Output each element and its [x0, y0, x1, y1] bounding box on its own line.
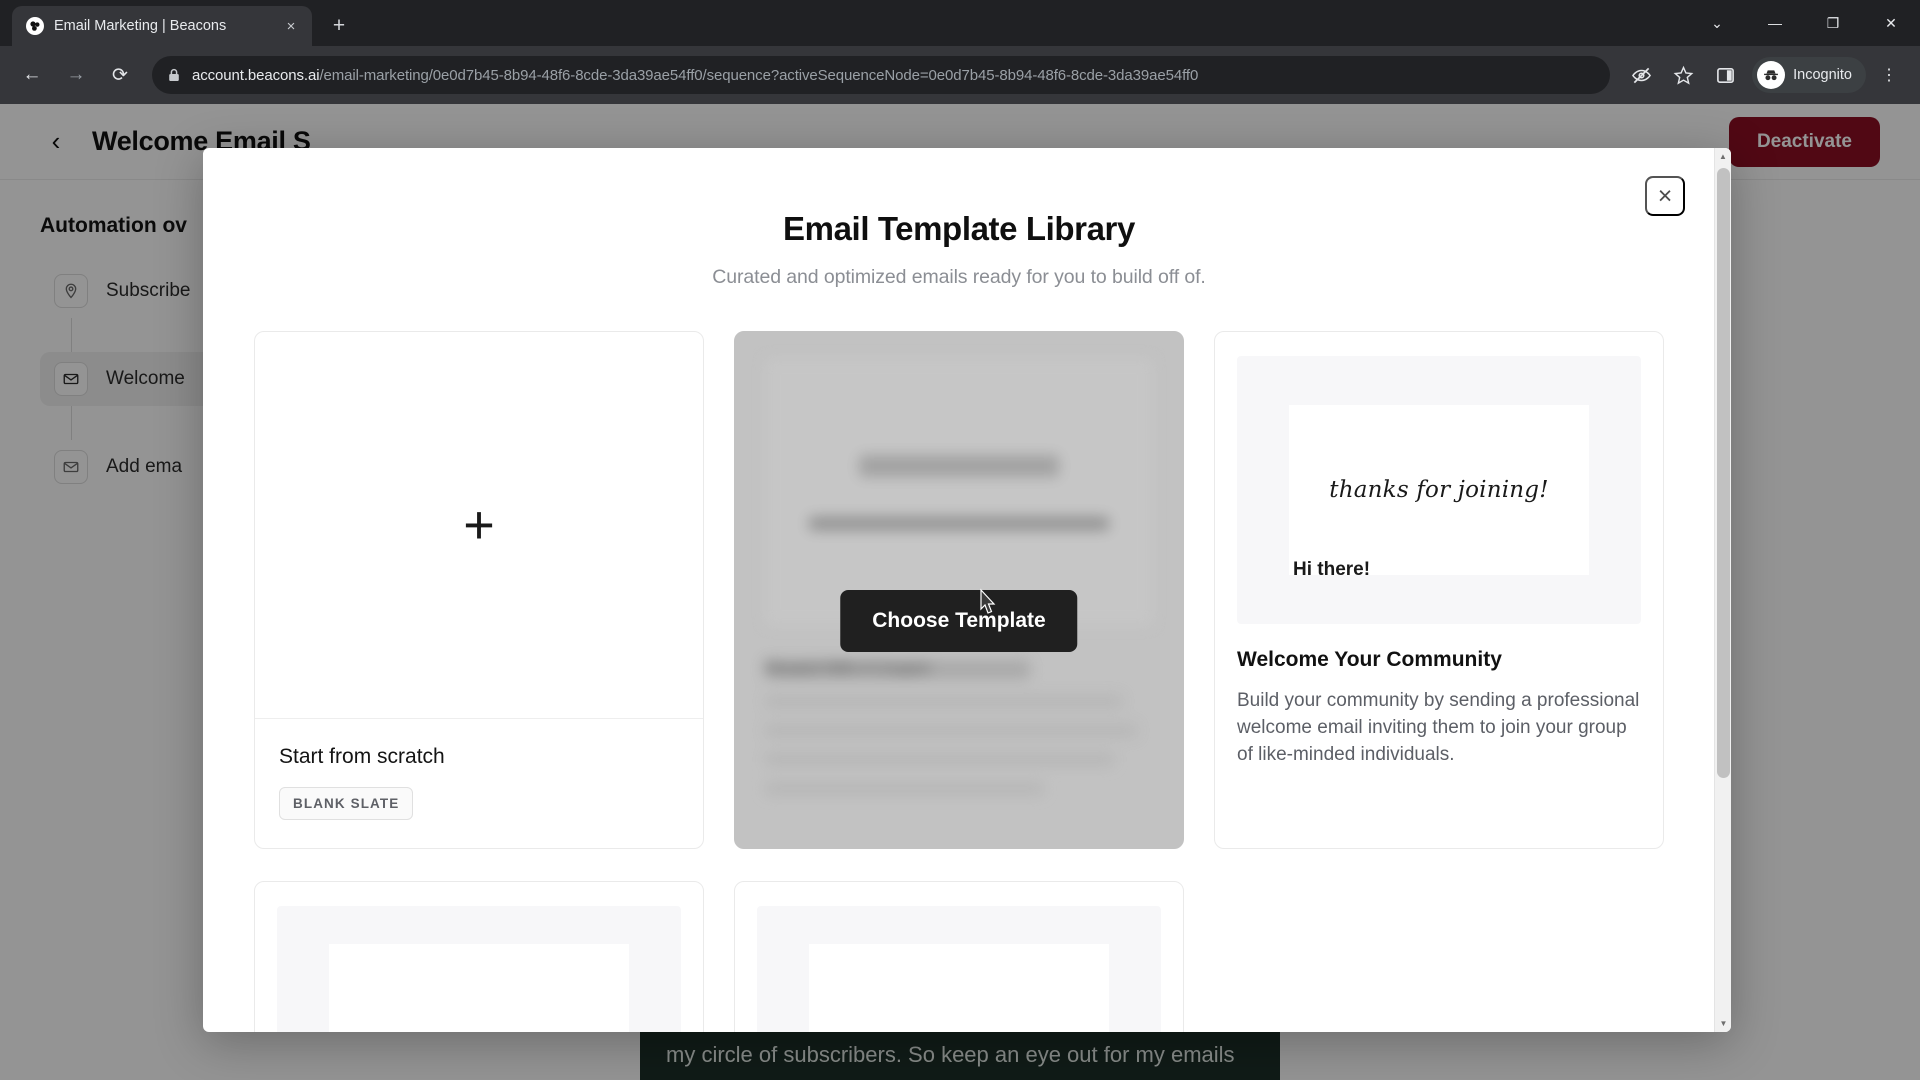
scroll-down-arrow-icon[interactable]: ▼ — [1715, 1015, 1731, 1032]
new-tab-button[interactable]: + — [322, 9, 356, 43]
browser-toolbar: ← → ⟳ account.beacons.ai/email-marketing… — [0, 46, 1920, 104]
modal-title: Email Template Library — [783, 210, 1135, 247]
url-path: /email-marketing/0e0d7b45-8b94-48f6-8cde… — [319, 66, 1199, 84]
template-card-description-line — [765, 695, 1122, 708]
blank-card-preview: + — [255, 332, 703, 719]
incognito-icon — [1757, 61, 1786, 89]
mouse-cursor-icon — [973, 587, 999, 617]
preview-logo-placeholder — [859, 454, 1059, 477]
browser-tab[interactable]: Email Marketing | Beacons × — [12, 6, 312, 46]
template-card-description-line — [765, 753, 1115, 766]
back-button[interactable]: ← — [12, 55, 52, 95]
template-card-start-from-scratch[interactable]: + Start from scratch BLANK SLATE — [254, 331, 704, 849]
url-text: account.beacons.ai/email-marketing/0e0d7… — [192, 67, 1198, 84]
template-card-body: Welcome Your Community Build your commun… — [1215, 624, 1663, 769]
tab-title: Email Marketing | Beacons — [54, 18, 227, 34]
url-domain: account.beacons.ai — [192, 66, 320, 84]
address-bar[interactable]: account.beacons.ai/email-marketing/0e0d7… — [152, 56, 1611, 94]
close-window-button[interactable]: ✕ — [1862, 0, 1920, 46]
browser-window: Email Marketing | Beacons × + ⌄ — ❐ ✕ ← … — [0, 0, 1920, 1080]
template-card-welcome-your-community[interactable]: thanks for joining! Hi there! Welcome Yo… — [1214, 331, 1664, 849]
browser-menu-icon[interactable]: ⋮ — [1870, 56, 1908, 94]
maximize-button[interactable]: ❐ — [1804, 0, 1862, 46]
star-icon[interactable] — [1664, 56, 1702, 94]
reload-button[interactable]: ⟳ — [100, 55, 140, 95]
modal-subtitle: Curated and optimized emails ready for y… — [712, 266, 1206, 288]
tab-strip: Email Marketing | Beacons × + ⌄ — ❐ ✕ — [0, 0, 1920, 46]
modal-scrollbar[interactable]: ▲ ▼ — [1714, 148, 1731, 1032]
template-card-title: Welcome Your Community — [1237, 648, 1502, 671]
incognito-profile-badge[interactable]: Incognito — [1752, 57, 1866, 93]
close-icon[interactable]: × — [1645, 176, 1685, 216]
template-card-preview — [757, 906, 1161, 1032]
preview-email-sheet — [329, 944, 629, 1032]
blank-slate-badge: BLANK SLATE — [279, 787, 414, 820]
preview-email-sheet — [809, 944, 1109, 1032]
lock-icon — [166, 67, 182, 83]
template-card[interactable] — [734, 881, 1184, 1032]
preview-script-text: thanks for joining! — [1329, 477, 1549, 503]
template-card-title: Start from scratch — [279, 745, 445, 768]
template-card[interactable] — [254, 881, 704, 1032]
template-grid: + Start from scratch BLANK SLATE Reward … — [247, 331, 1671, 849]
template-card-description: Build your community by sending a profes… — [1237, 690, 1640, 765]
beacons-favicon-icon — [26, 17, 44, 35]
tab-close-icon[interactable]: × — [280, 15, 302, 37]
grid-spacer — [1214, 881, 1664, 1032]
preview-greeting-text: Hi there! — [1293, 559, 1371, 580]
side-panel-icon[interactable] — [1706, 56, 1744, 94]
preview-email-sheet: thanks for joining! Hi there! — [1289, 405, 1589, 580]
preview-bar-placeholder — [809, 516, 1109, 530]
choose-template-button[interactable]: Choose Template — [840, 590, 1078, 652]
incognito-label: Incognito — [1793, 67, 1852, 83]
window-controls: ⌄ — ❐ ✕ — [1688, 0, 1920, 46]
modal-scroll-area: Email Template Library Curated and optim… — [203, 148, 1715, 1032]
hovered-card-preview — [765, 358, 1153, 626]
template-grid-row-2 — [247, 881, 1671, 1032]
template-card-preview — [277, 906, 681, 1032]
template-card-description-line — [765, 782, 1045, 795]
template-card-reward-with-a-coupon[interactable]: Reward With A Coupon Choose Template — [734, 331, 1184, 849]
scroll-up-arrow-icon[interactable]: ▲ — [1715, 148, 1731, 165]
plus-icon: + — [463, 495, 495, 555]
tab-search-icon[interactable]: ⌄ — [1688, 0, 1746, 46]
email-template-library-modal: × Email Template Library Curated and opt… — [203, 148, 1731, 1032]
blank-card-body: Start from scratch BLANK SLATE — [255, 719, 703, 848]
template-card-description-line — [765, 724, 1138, 737]
template-card-title: Reward With A Coupon — [765, 660, 1030, 679]
minimize-button[interactable]: — — [1746, 0, 1804, 46]
forward-button[interactable]: → — [56, 55, 96, 95]
eye-slash-icon[interactable] — [1622, 56, 1660, 94]
template-card-preview: thanks for joining! Hi there! — [1237, 356, 1641, 624]
scrollbar-thumb[interactable] — [1717, 168, 1730, 778]
